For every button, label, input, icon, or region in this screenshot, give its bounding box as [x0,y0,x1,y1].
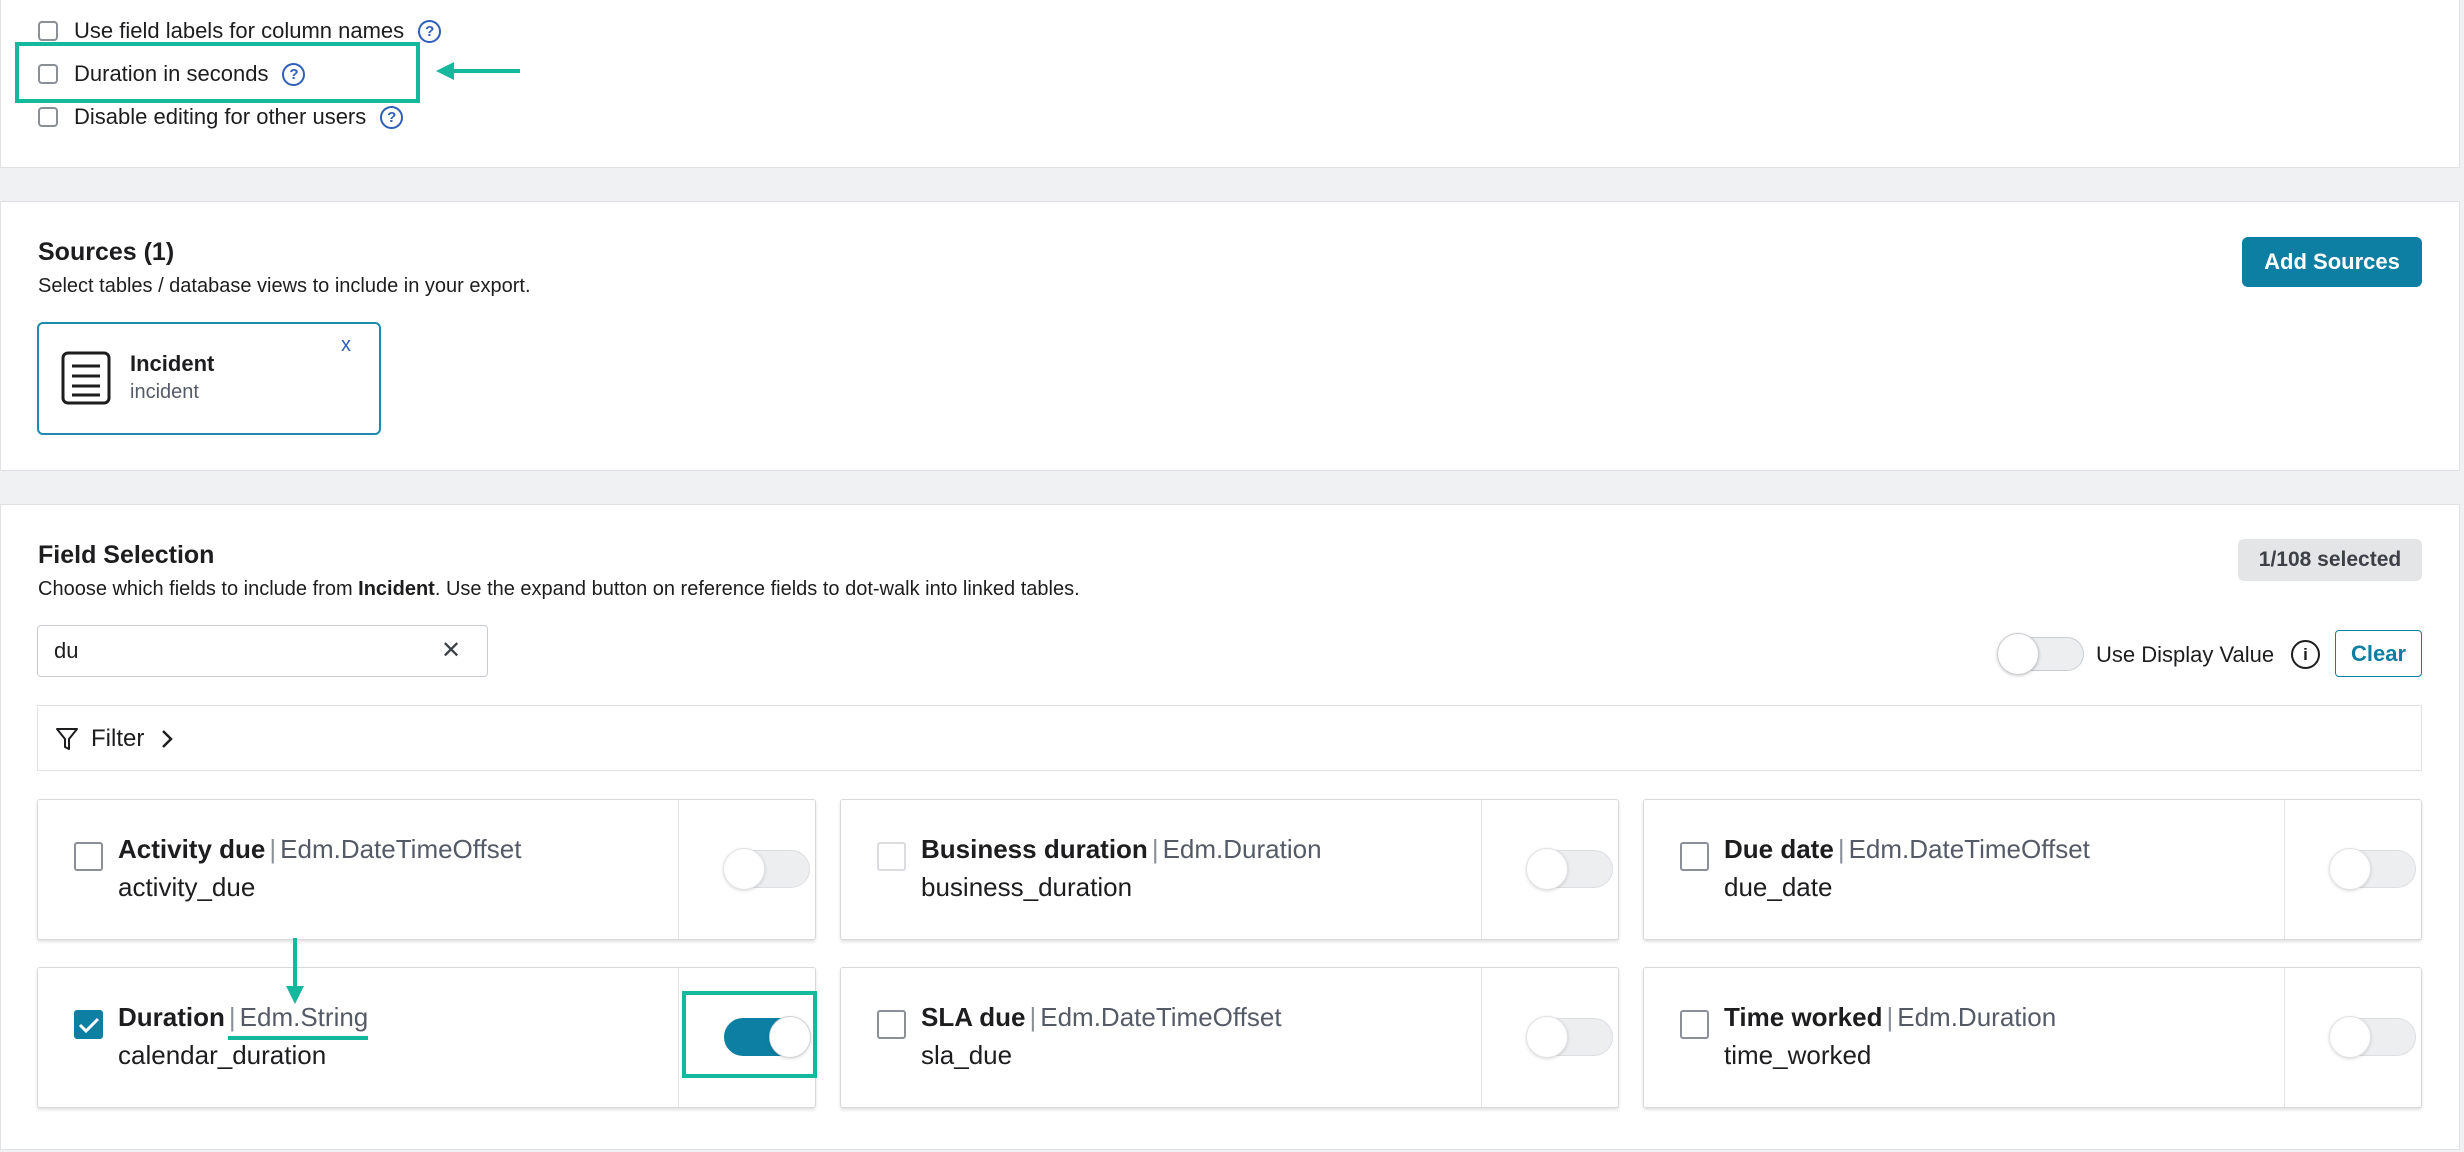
field-type: Edm.Duration [1162,834,1322,864]
field-separator: | [1837,834,1845,864]
field-checkbox[interactable] [877,842,906,871]
use-field-labels-checkbox[interactable] [38,21,58,41]
toggle-knob [723,848,765,890]
filter-bar[interactable]: Filter [37,705,2422,771]
field-type: Edm.DateTimeOffset [1040,1002,1282,1032]
help-icon[interactable]: ? [380,105,404,129]
source-label: Incident [130,351,215,376]
field-selection-description: Choose which fields to include from Inci… [38,578,1080,601]
field-title: Business duration | Edm.Duration [921,834,1322,865]
field-separator: | [1029,1002,1037,1032]
toggle-knob [2329,848,2371,890]
field-card-time-worked[interactable]: Time worked | Edm.Duration time_worked [1643,967,2422,1108]
field-card-business-duration[interactable]: Business duration | Edm.Duration business_… [840,799,1619,940]
disable-editing-label: Disable editing for other users [74,104,367,129]
field-name: time_worked [1724,1040,1872,1070]
sources-description: Select tables / database views to includ… [38,275,531,297]
option-disable-editing[interactable]: Disable editing for other users ? [38,104,404,130]
field-selection-title: Field Selection [38,541,215,569]
toggle-knob [2329,1016,2371,1058]
remove-source-button[interactable]: x [341,334,351,357]
field-search-input[interactable]: du ✕ [37,625,488,677]
field-label: Business duration [921,834,1148,864]
field-type: Edm.DateTimeOffset [280,834,522,864]
field-name: due_date [1724,872,1833,902]
field-separator: | [269,834,277,864]
table-icon [61,351,111,405]
add-sources-button[interactable]: Add Sources [2242,237,2422,287]
field-label: SLA due [921,1002,1026,1032]
annotation-underline [228,1036,368,1040]
field-title: Time worked | Edm.Duration [1724,1002,2056,1033]
chevron-right-icon [162,730,173,748]
clear-button[interactable]: Clear [2335,630,2422,677]
description-table: Incident [358,578,435,600]
help-icon[interactable]: ? [418,19,442,43]
card-divider [678,800,679,939]
card-divider [2284,800,2285,939]
display-value-toggle[interactable] [1526,1016,1613,1058]
disable-editing-checkbox[interactable] [38,107,58,127]
field-type: Edm.DateTimeOffset [1848,834,2090,864]
checkmark-icon [78,1017,99,1033]
card-divider [1481,968,1482,1107]
use-display-value-label: Use Display Value [2096,642,2275,667]
field-name: activity_due [118,872,256,902]
field-card-sla-due[interactable]: SLA due | Edm.DateTimeOffset sla_due [840,967,1619,1108]
clear-search-icon[interactable]: ✕ [441,636,461,665]
field-name: business_duration [921,872,1133,902]
source-item[interactable]: Incident incident x [37,322,381,435]
description-prefix: Choose which fields to include from [38,578,359,600]
filter-label: Filter [91,725,145,752]
field-title: Duration | Edm.String [118,1002,368,1033]
field-label: Time worked [1724,1002,1883,1032]
field-separator: | [1151,834,1159,864]
option-use-field-labels[interactable]: Use field labels for column names ? [38,18,442,44]
filter-icon [56,728,78,750]
display-value-toggle[interactable] [2329,1016,2416,1058]
field-separator: | [1886,1002,1894,1032]
use-field-labels-label: Use field labels for column names [74,18,405,43]
display-value-toggle[interactable] [1526,848,1613,890]
field-separator: | [228,1002,236,1032]
annotation-toggle-highlight [682,991,817,1078]
search-value: du [54,638,79,663]
sources-title: Sources (1) [38,238,175,266]
field-checkbox[interactable] [74,1010,103,1039]
field-name: calendar_duration [118,1040,327,1070]
description-suffix: . Use the expand button on reference fie… [434,578,1080,600]
field-checkbox[interactable] [1680,1010,1709,1039]
field-checkbox[interactable] [74,842,103,871]
field-card-activity-due[interactable]: Activity due | Edm.DateTimeOffset activity… [37,799,816,940]
toggle-knob [1526,1016,1568,1058]
field-title: Activity due | Edm.DateTimeOffset [118,834,521,865]
field-title: SLA due | Edm.DateTimeOffset [921,1002,1282,1033]
use-display-value-toggle[interactable] [1997,633,2084,675]
field-label: Duration [118,1002,225,1032]
field-checkbox[interactable] [877,1010,906,1039]
card-divider [678,968,679,1107]
card-divider [1481,800,1482,939]
card-divider [2284,968,2285,1107]
field-type: Edm.Duration [1897,1002,2057,1032]
field-title: Due date | Edm.DateTimeOffset [1724,834,2090,865]
field-card-due-date[interactable]: Due date | Edm.DateTimeOffset due_date [1643,799,2422,940]
annotation-arrow-icon [436,62,520,80]
source-name: incident [130,381,199,403]
field-checkbox[interactable] [1680,842,1709,871]
info-icon[interactable]: i [2291,640,2320,669]
selected-count-badge: 1/108 selected [2238,539,2422,581]
field-label: Due date [1724,834,1834,864]
annotation-arrow-down-icon [286,938,304,1004]
toggle-knob [1997,633,2039,675]
display-value-toggle[interactable] [2329,848,2416,890]
toggle-knob [1526,848,1568,890]
field-name: sla_due [921,1040,1013,1070]
field-label: Activity due [118,834,266,864]
annotation-highlight-box [15,42,420,103]
display-value-toggle[interactable] [723,848,810,890]
